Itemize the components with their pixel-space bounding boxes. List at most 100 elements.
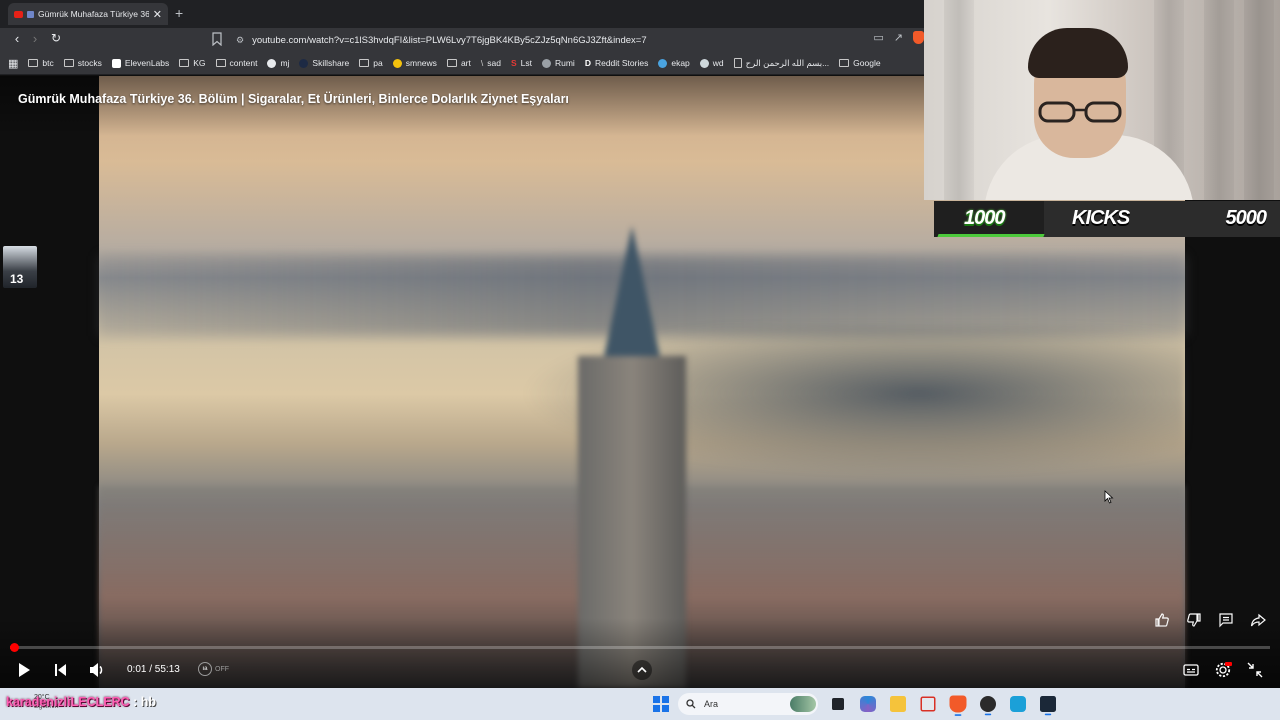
snipping-tool-icon[interactable]	[920, 696, 936, 712]
glasses-icon	[1038, 101, 1122, 123]
elevenlabs-icon	[111, 58, 121, 68]
slash-icon: \	[480, 58, 484, 68]
bookmark-art[interactable]: art	[446, 58, 471, 68]
chat-username: karadenizliLECLERC	[6, 695, 130, 709]
autoplay-state: OFF	[215, 665, 229, 673]
folder-icon	[215, 59, 226, 67]
youtube-favicon-icon	[14, 10, 23, 18]
kick-goal-fill	[937, 234, 1045, 237]
bookmark-kg[interactable]: KG	[179, 58, 206, 68]
url-field[interactable]: ⚙ youtube.com/watch?v=c1lS3hvdqFI&list=P…	[236, 31, 916, 49]
chevron-up-icon	[637, 666, 647, 673]
folder-icon	[839, 59, 850, 67]
webcam-feed	[924, 0, 1280, 200]
share-icon[interactable]: ↗	[894, 31, 903, 44]
wiki-icon	[699, 58, 709, 68]
d-logo-icon: D	[584, 58, 591, 68]
previous-icon[interactable]	[52, 661, 68, 679]
video-title[interactable]: Gümrük Muhafaza Türkiye 36. Bölüm | Siga…	[18, 92, 569, 106]
bookmark-google[interactable]: Google	[839, 58, 881, 68]
copilot-icon[interactable]	[860, 696, 876, 712]
browser-tab-bar: Gümrük Muhafaza Türkiye 36 ✕ +	[0, 0, 924, 28]
brave-browser-icon[interactable]	[949, 695, 967, 716]
new-tab-button[interactable]: +	[175, 5, 183, 21]
channel-avatar-text: 13	[10, 272, 24, 286]
cast-icon[interactable]: ▭	[873, 31, 883, 44]
folder-icon	[179, 59, 190, 67]
brave-shield-icon[interactable]	[913, 31, 924, 44]
streamer-hair	[1028, 28, 1128, 78]
search-icon	[686, 699, 696, 709]
bookmark-bismillah[interactable]: بسم الله الرحمن الرح...	[733, 58, 829, 69]
taskbar-search[interactable]: Ara	[678, 693, 818, 715]
page-icon	[733, 58, 742, 68]
chat-text: : hb	[133, 695, 157, 709]
bookmark-wd[interactable]: wd	[699, 58, 724, 68]
site-info-icon[interactable]: ⚙	[236, 35, 244, 46]
reload-icon[interactable]: ↻	[47, 31, 65, 45]
exit-fullscreen-icon[interactable]	[1246, 661, 1264, 679]
steam-icon[interactable]	[1040, 696, 1056, 716]
forward-icon[interactable]: ›	[26, 31, 44, 46]
autoplay-toggle[interactable]: ıa OFF	[198, 662, 229, 676]
volume-icon[interactable]	[88, 661, 106, 679]
folder-icon	[359, 59, 370, 67]
bookmark-content[interactable]: content	[215, 58, 257, 68]
app-icon[interactable]	[1010, 696, 1026, 712]
player-controls: 0:01 / 55:13 ıa OFF	[0, 658, 1280, 688]
channel-avatar[interactable]: 13	[3, 246, 37, 288]
time-display: 0:01 / 55:13	[127, 664, 180, 675]
apps-icon[interactable]: ▦	[8, 57, 18, 70]
autoplay-toggle-icon: ıa	[198, 662, 212, 676]
tab-close-icon[interactable]: ✕	[153, 8, 162, 21]
url-text: youtube.com/watch?v=c1lS3hvdqFI&list=PLW…	[252, 34, 647, 46]
folder-icon	[446, 59, 457, 67]
bookmark-btc[interactable]: btc	[28, 58, 54, 68]
chat-overlay-message: karadenizliLECLERC : hb	[6, 695, 156, 709]
bookmark-lst[interactable]: S Lst	[511, 58, 532, 68]
bird-icon	[658, 58, 668, 68]
tab-title: Gümrük Muhafaza Türkiye 36	[38, 9, 149, 19]
skillshare-icon	[299, 58, 309, 68]
bookmark-sad[interactable]: \ sad	[481, 58, 501, 68]
windows-start-icon[interactable]	[653, 696, 669, 712]
search-placeholder: Ara	[704, 699, 719, 709]
smiley-icon	[392, 58, 402, 68]
address-bar: ‹ › ↻ ⚙ youtube.com/watch?v=c1lS3hvdqFI&…	[0, 28, 924, 52]
search-highlight-image	[790, 696, 816, 712]
s-logo-icon: S	[510, 58, 517, 68]
bookmark-elevenlabs[interactable]: ElevenLabs	[111, 58, 169, 68]
chevron-up-button[interactable]	[632, 660, 652, 680]
bookmark-icon[interactable]	[212, 32, 222, 46]
tab-group-icon	[27, 10, 34, 18]
taskbar-apps	[828, 694, 1058, 716]
play-icon[interactable]	[16, 661, 32, 679]
bookmark-rumi[interactable]: Rumi	[541, 58, 575, 68]
settings-icon[interactable]	[1214, 661, 1232, 679]
folder-icon	[28, 59, 39, 67]
bookmark-reddit-stories[interactable]: D Reddit Stories	[585, 58, 649, 68]
github-icon	[267, 58, 277, 68]
kick-goal-label: KICKS	[1072, 207, 1130, 229]
progress-bar[interactable]	[10, 643, 1270, 652]
subtitles-icon[interactable]	[1182, 661, 1200, 679]
back-icon[interactable]: ‹	[8, 31, 26, 46]
bookmark-pa[interactable]: pa	[359, 58, 383, 68]
globe-icon	[541, 58, 551, 68]
task-view-icon[interactable]	[832, 698, 844, 710]
bookmark-stocks[interactable]: stocks	[63, 58, 102, 68]
bookmark-ekap[interactable]: ekap	[658, 58, 690, 68]
kick-goal-high-value: 5000	[1225, 207, 1267, 229]
bookmarks-bar: ▦ btc stocks ElevenLabs KG content mj Sk…	[0, 52, 924, 75]
kick-goal-low-value: 1000	[964, 207, 1005, 229]
bookmark-skillshare[interactable]: Skillshare	[299, 58, 349, 68]
file-explorer-icon[interactable]	[890, 696, 906, 712]
windows-taskbar: 20°C Eğilimin karadenizliLECLERC : hb Ar…	[0, 688, 1280, 720]
folder-icon	[63, 59, 74, 67]
progress-scrubber[interactable]	[10, 643, 19, 652]
bookmark-smnews[interactable]: smnews	[392, 58, 437, 68]
browser-tab[interactable]: Gümrük Muhafaza Türkiye 36 ✕	[8, 3, 168, 25]
mouse-cursor-icon	[1104, 490, 1114, 504]
bookmark-mj[interactable]: mj	[267, 58, 289, 68]
obs-icon[interactable]	[980, 696, 996, 716]
